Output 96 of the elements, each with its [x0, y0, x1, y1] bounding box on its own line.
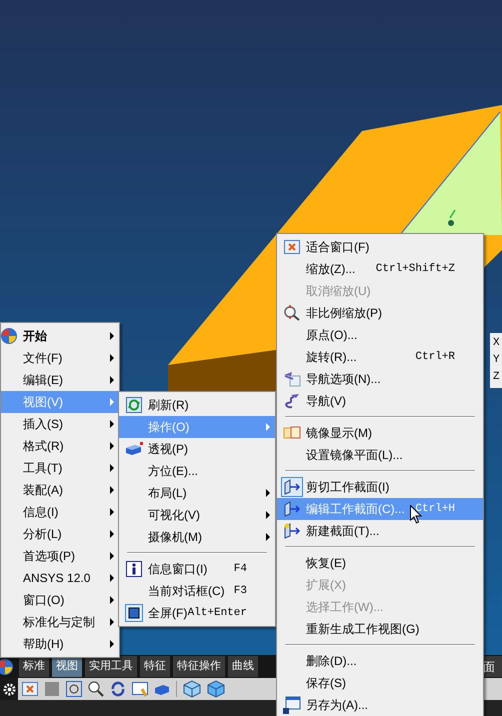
- menu-item[interactable]: 非比例缩放(P): [277, 302, 483, 324]
- menu-item[interactable]: 删除(D)...: [277, 650, 483, 672]
- submenu-arrow-icon: [110, 376, 114, 384]
- ribbon-tab[interactable]: 标准: [19, 656, 49, 677]
- submenu-arrow-icon: [110, 442, 114, 450]
- axis-label: Y: [493, 353, 500, 368]
- menu-item[interactable]: 首选项(P): [1, 545, 119, 567]
- shortcut-label: F3: [234, 584, 247, 599]
- zoom-frame-icon[interactable]: [66, 681, 82, 697]
- menu-item[interactable]: 当前对话框(C) F3: [119, 580, 275, 602]
- ribbon-tab[interactable]: 特征操作: [173, 656, 225, 677]
- menu-item[interactable]: 文件(F): [1, 347, 119, 369]
- cube-icon: [124, 442, 142, 456]
- submenu-arrow-icon: [110, 530, 114, 538]
- menu-item[interactable]: 导航选项(N)...: [277, 368, 483, 390]
- ribbon-tab[interactable]: 特征: [140, 656, 170, 677]
- menu-item[interactable]: 适合窗口(F): [277, 236, 483, 258]
- menu-item[interactable]: 旋转(R)... Ctrl+R: [277, 346, 483, 368]
- submenu-arrow-icon: [110, 464, 114, 472]
- cube-icon[interactable]: [154, 682, 170, 696]
- ribbon-tab[interactable]: 视图: [52, 656, 82, 677]
- menu-item[interactable]: 透视(P): [119, 438, 275, 460]
- navigation-options-icon: [282, 371, 300, 387]
- submenu-arrow-icon: [110, 618, 114, 626]
- menu-item[interactable]: ANSYS 12.0: [1, 567, 119, 589]
- cube-icon[interactable]: [183, 680, 201, 698]
- menu-item[interactable]: 镜像显示(M): [277, 422, 483, 444]
- window-icon[interactable]: [132, 681, 148, 697]
- menu-item[interactable]: 保存(S): [277, 672, 483, 694]
- menu-item[interactable]: 分析(L): [1, 523, 119, 545]
- submenu-arrow-icon: [110, 508, 114, 516]
- menu-item[interactable]: 信息窗口(I) F4: [119, 558, 275, 580]
- cube-icon[interactable]: [207, 680, 225, 698]
- menu-item[interactable]: 信息(I): [1, 501, 119, 523]
- shortcut-label: Alt+Enter: [188, 606, 247, 619]
- menu-item[interactable]: 插入(S): [1, 413, 119, 435]
- menu-item[interactable]: 工具(T): [1, 457, 119, 479]
- menu-item[interactable]: 缩放(Z)... Ctrl+Shift+Z: [277, 258, 483, 280]
- submenu-arrow-icon: [266, 489, 270, 497]
- menu-item[interactable]: 设置镜像平面(L)...: [277, 444, 483, 466]
- frame-icon: [124, 604, 142, 622]
- menu-item[interactable]: 恢复(E): [277, 552, 483, 574]
- logo-icon: [0, 658, 14, 676]
- shortcut-label: Ctrl+H: [415, 502, 455, 517]
- submenu-arrow-icon: [110, 552, 114, 560]
- menu-item[interactable]: 方位(E)...: [119, 460, 275, 482]
- submenu-arrow-icon: [110, 574, 114, 582]
- magnifier-icon: [282, 304, 300, 322]
- menu-item[interactable]: 导航(V): [277, 390, 483, 412]
- menu-item[interactable]: 另存为(A)...: [277, 694, 483, 716]
- submenu-arrow-icon: [110, 596, 114, 604]
- menu-item[interactable]: 剪切工作截面(I): [277, 476, 483, 498]
- ribbon-tab[interactable]: 实用工具: [85, 656, 137, 677]
- menu-item[interactable]: 装配(A): [1, 479, 119, 501]
- new-section-icon: [282, 523, 300, 539]
- rotate-icon[interactable]: [110, 681, 126, 697]
- submenu-arrow-icon: [110, 486, 114, 494]
- menu-item[interactable]: 帮助(H): [1, 633, 119, 655]
- submenu-arrow-icon: [266, 423, 270, 431]
- menu-item[interactable]: 可视化(V): [119, 504, 275, 526]
- submenu-arrow-icon: [110, 640, 114, 648]
- menu-item[interactable]: 原点(O)...: [277, 324, 483, 346]
- shortcut-label: Ctrl+Shift+Z: [376, 262, 455, 277]
- logo-icon: [0, 327, 18, 345]
- mirror-icon: [282, 425, 300, 441]
- menu-item[interactable]: 全屏(F)Alt+Enter: [119, 602, 275, 624]
- magnifier-icon[interactable]: [88, 681, 104, 697]
- menu-item[interactable]: 编辑(E): [1, 369, 119, 391]
- squiggle-icon: [282, 393, 300, 409]
- shortcut-label: F4: [234, 562, 247, 577]
- submenu-arrow-icon: [266, 511, 270, 519]
- menu-item[interactable]: 刷新(R): [119, 394, 275, 416]
- section-icon: [282, 501, 300, 517]
- axis-label: X: [493, 336, 500, 351]
- settings-icon[interactable]: [2, 682, 16, 696]
- ribbon-tab[interactable]: 曲线: [228, 656, 258, 677]
- submenu-arrow-icon: [110, 354, 114, 362]
- submenu-arrow-icon: [110, 332, 114, 340]
- cross-frame-icon: [284, 240, 300, 254]
- info-icon: [126, 561, 142, 577]
- menu-item[interactable]: 标准化与定制: [1, 611, 119, 633]
- menu-item[interactable]: 摄像机(M): [119, 526, 275, 548]
- menu-item[interactable]: 重新生成工作视图(G): [277, 618, 483, 640]
- menu-item[interactable]: 新建截面(T)...: [277, 520, 483, 542]
- menu-item[interactable]: 窗口(O): [1, 589, 119, 611]
- section-icon: [282, 479, 300, 495]
- axis-label: Z: [493, 370, 500, 385]
- submenu-arrow-icon: [266, 533, 270, 541]
- submenu-arrow-icon: [110, 420, 114, 428]
- submenu-arrow-icon: [110, 398, 114, 406]
- menu-item[interactable]: 格式(R): [1, 435, 119, 457]
- cross-frame-icon[interactable]: [22, 682, 38, 696]
- menu-item[interactable]: 开始: [1, 325, 119, 347]
- menu-item[interactable]: 布局(L): [119, 482, 275, 504]
- refresh-icon: [126, 397, 142, 413]
- shortcut-label: Ctrl+R: [415, 350, 455, 365]
